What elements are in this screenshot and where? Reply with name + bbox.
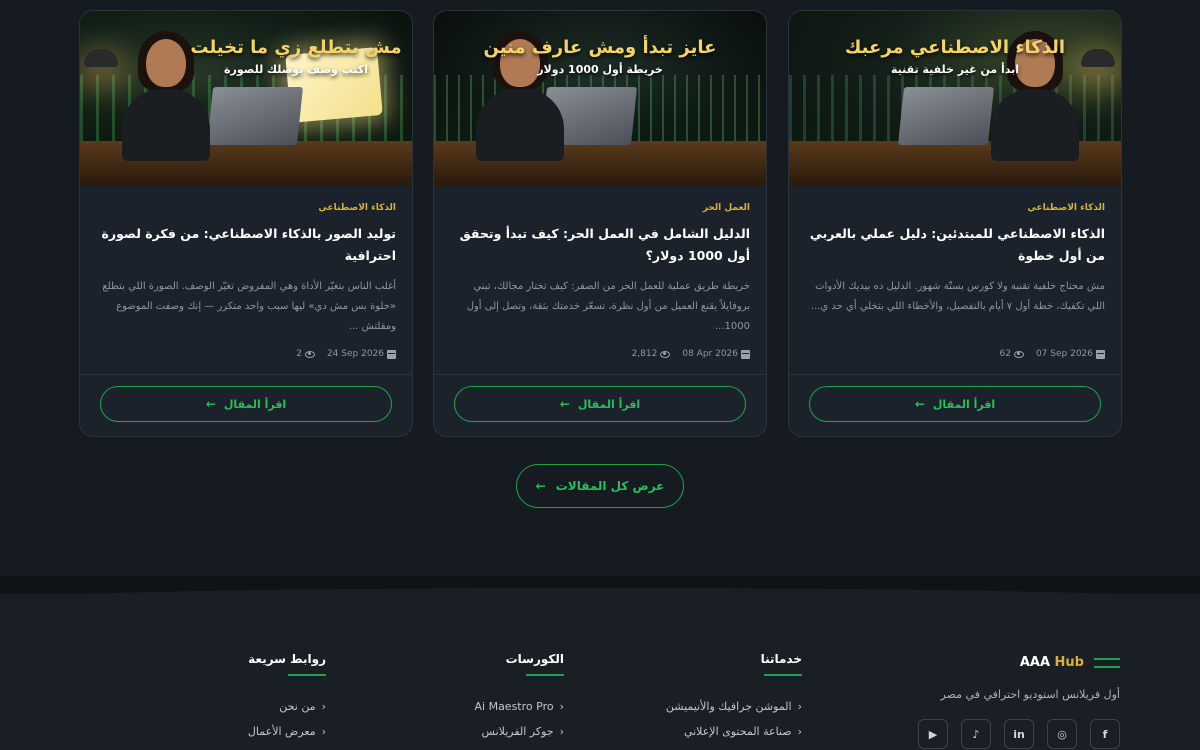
article-category[interactable]: الذكاء الاصطناعي [805,203,1105,213]
article-card[interactable]: مش بتطلع زي ما تخيلت اكتب وصف يوصلك للصو… [79,10,413,437]
article-thumbnail[interactable]: عايز تبدأ ومش عارف منين خريطة أول 1000 د… [434,11,766,185]
article-thumbnail[interactable]: الذكاء الاصطناعي مرعبك ابدأ من غير خلفية… [789,11,1121,185]
read-article-button[interactable]: اقرأ المقال ← [100,386,392,422]
footer-quick-links: روابط سريعة ‹ من نحن ‹ معرض الأعمال [230,652,326,744]
article-category[interactable]: العمل الحر [450,203,750,213]
heading-underline [764,674,802,676]
arrow-left-icon: ← [559,397,570,411]
article-meta: 2 24 Sep 2026 [96,349,396,359]
footer-heading: الكورسات [505,652,564,666]
chevron-left-icon: ‹ [321,725,326,738]
footer-link[interactable]: ‹ الموشن جرافيك والأنيميشن [650,694,802,719]
article-excerpt: مش محتاج خلفية تقنية ولا كورس بستّة شهور… [810,281,1105,312]
footer-courses: الكورسات ‹ Ai Maestro Pro ‹ جوكر الفريلانس [470,652,564,744]
tiktok-icon[interactable]: ♪ [961,719,991,749]
logo-icon [1094,657,1120,668]
footer-link[interactable]: ‹ جوكر الفريلانس [470,719,564,744]
social-links: f ◎ in ♪ ▶ [860,719,1120,749]
thumbnail-subheadline: اكتب وصف يوصلك للصورة [224,63,368,76]
heading-underline [526,674,564,676]
article-date: 08 Apr 2026 [682,349,750,359]
footer-heading: روابط سريعة [248,652,326,666]
article-excerpt: خريطة طريق عملية للعمل الحر من الصفر: كي… [466,281,750,332]
article-views: 2 [296,349,315,359]
article-excerpt: أغلب الناس بتغيّر الأداة وهي المفروض تغي… [102,281,396,332]
chevron-left-icon: ‹ [321,700,326,713]
footer-services: خدماتنا ‹ الموشن جرافيك والأنيميشن ‹ صناعة… [650,652,802,744]
footer-link[interactable]: ‹ من نحن [230,694,326,719]
view-all-articles-button[interactable]: عرض كل المقالات ← [516,464,684,508]
article-meta: 62 07 Sep 2026 [805,349,1105,359]
article-card[interactable]: الذكاء الاصطناعي مرعبك ابدأ من غير خلفية… [788,10,1122,437]
thumbnail-headline: مش بتطلع زي ما تخيلت [190,37,402,58]
article-title[interactable]: الدليل الشامل في العمل الحر: كيف تبدأ وت… [450,223,750,267]
article-body: الذكاء الاصطناعي توليد الصور بالذكاء الا… [80,185,412,375]
read-article-button[interactable]: اقرأ المقال ← [809,386,1101,422]
brand-tagline: أول فريلانس استوديو احترافي في مصر [940,688,1120,701]
footer-logo[interactable]: AAA Hub [860,655,1120,670]
instagram-icon[interactable]: ◎ [1047,719,1077,749]
thumbnail-subheadline: خريطة أول 1000 دولار [537,63,663,76]
article-views: 2,812 [632,349,671,359]
arrow-left-icon: ← [535,479,546,493]
thumbnail-headline: عايز تبدأ ومش عارف منين [483,37,717,58]
article-date: 24 Sep 2026 [327,349,396,359]
linkedin-icon[interactable]: in [1004,719,1034,749]
footer-brand: AAA Hub أول فريلانس استوديو احترافي في م… [860,655,1120,749]
footer-heading: خدماتنا [760,652,802,666]
articles-grid: الذكاء الاصطناعي مرعبك ابدأ من غير خلفية… [79,10,1122,437]
chevron-left-icon: ‹ [797,700,802,713]
article-meta: 2,812 08 Apr 2026 [450,349,750,359]
heading-underline [288,674,326,676]
arrow-left-icon: ← [914,397,925,411]
calendar-icon [387,349,396,359]
eye-icon [660,350,671,358]
article-title[interactable]: الذكاء الاصطناعي للمبتدئين: دليل عملي با… [805,223,1105,267]
calendar-icon [741,349,750,359]
facebook-icon[interactable]: f [1090,719,1120,749]
article-thumbnail[interactable]: مش بتطلع زي ما تخيلت اكتب وصف يوصلك للصو… [80,11,412,185]
arrow-left-icon: ← [205,397,216,411]
footer-link[interactable]: ‹ معرض الأعمال [230,719,326,744]
chevron-left-icon: ‹ [559,725,564,738]
article-views: 62 [1000,349,1024,359]
chevron-left-icon: ‹ [797,725,802,738]
eye-icon [1013,350,1024,358]
thumbnail-subheadline: ابدأ من غير خلفية تقنية [890,63,1020,76]
article-body: العمل الحر الدليل الشامل في العمل الحر: … [434,185,766,375]
eye-icon [304,350,315,358]
brand-name: AAA Hub [1019,655,1084,670]
article-date: 07 Sep 2026 [1036,349,1105,359]
footer-link[interactable]: ‹ صناعة المحتوى الإعلاني [650,719,802,744]
thumbnail-headline: الذكاء الاصطناعي مرعبك [844,37,1066,58]
chevron-left-icon: ‹ [559,700,564,713]
article-card[interactable]: عايز تبدأ ومش عارف منين خريطة أول 1000 د… [433,10,767,437]
calendar-icon [1096,349,1105,359]
article-body: الذكاء الاصطناعي الذكاء الاصطناعي للمبتد… [789,185,1121,375]
youtube-icon[interactable]: ▶ [918,719,948,749]
read-article-button[interactable]: اقرأ المقال ← [454,386,746,422]
footer-link[interactable]: ‹ Ai Maestro Pro [470,694,565,719]
article-category[interactable]: الذكاء الاصطناعي [96,203,396,213]
article-title[interactable]: توليد الصور بالذكاء الاصطناعي: من فكرة ل… [96,223,397,267]
